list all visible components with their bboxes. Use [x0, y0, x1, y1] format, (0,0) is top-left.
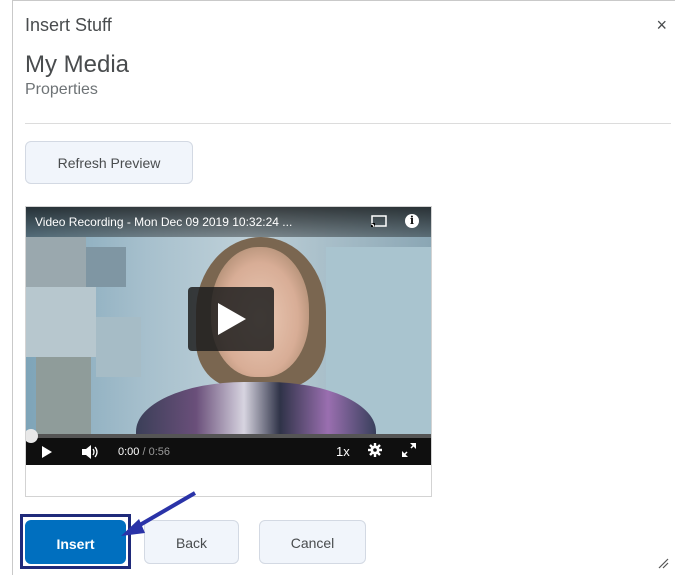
scrub-handle[interactable] [26, 429, 38, 443]
dialog-title: Insert Stuff [25, 15, 112, 35]
video-title: Video Recording - Mon Dec 09 2019 10:32:… [35, 215, 293, 229]
playback-speed[interactable]: 1x [336, 444, 350, 459]
blur-block [26, 287, 96, 357]
refresh-preview-button[interactable]: Refresh Preview [25, 141, 193, 184]
blur-block [96, 317, 141, 377]
page-title: My Media [25, 51, 130, 78]
gear-icon[interactable] [368, 443, 382, 457]
blur-block [86, 247, 126, 287]
info-icon[interactable]: i [405, 214, 419, 228]
blur-block [36, 357, 91, 434]
play-icon[interactable] [42, 446, 52, 458]
progress-bar[interactable] [26, 434, 431, 438]
video-title-bar: Video Recording - Mon Dec 09 2019 10:32:… [26, 207, 431, 237]
time-display: 0:00 / 0:56 [118, 446, 170, 458]
page-subtitle: Properties [25, 81, 98, 98]
fullscreen-icon[interactable] [402, 443, 416, 457]
insert-stuff-dialog: Insert Stuff × My Media Properties Refre… [12, 0, 675, 575]
player-controls: 0:00 / 0:56 1x [26, 429, 431, 465]
video-player[interactable]: Video Recording - Mon Dec 09 2019 10:32:… [26, 207, 431, 465]
blur-block [26, 237, 86, 287]
cancel-button[interactable]: Cancel [259, 520, 366, 564]
duration: / 0:56 [142, 446, 171, 458]
play-icon [218, 303, 246, 335]
arrow-annotation-icon [121, 491, 197, 536]
media-preview: Video Recording - Mon Dec 09 2019 10:32:… [25, 206, 432, 497]
current-time: 0:00 [118, 446, 140, 458]
cast-icon[interactable] [371, 215, 387, 227]
close-icon[interactable]: × [656, 15, 667, 35]
play-button[interactable] [188, 287, 274, 351]
divider [25, 123, 671, 124]
volume-icon[interactable] [82, 445, 100, 459]
resize-grip-icon[interactable] [657, 557, 669, 569]
